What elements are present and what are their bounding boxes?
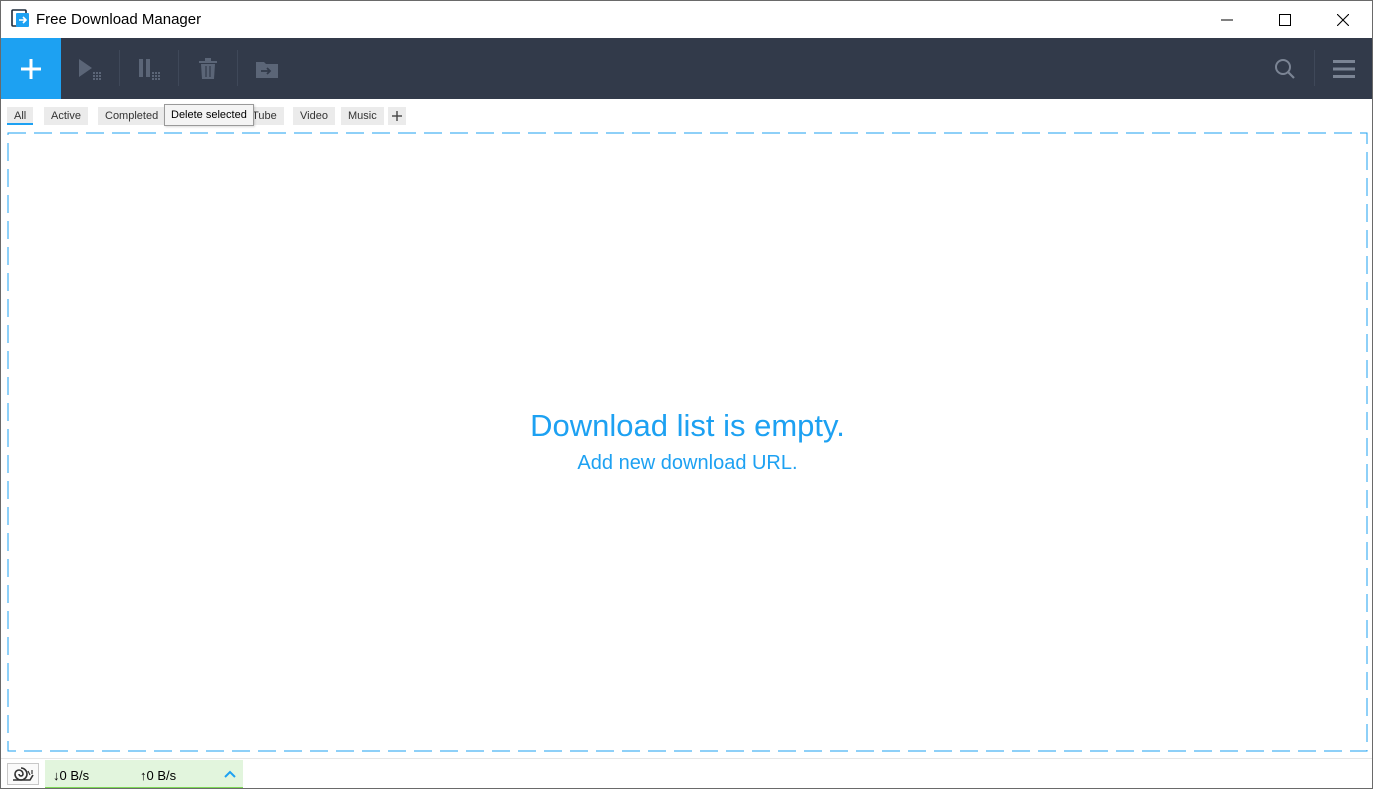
window-title: Free Download Manager xyxy=(36,11,202,28)
tab-music[interactable]: Music xyxy=(341,107,384,125)
plus-icon xyxy=(392,111,402,121)
hamburger-menu-icon xyxy=(1333,59,1355,78)
main-menu-button[interactable] xyxy=(1315,38,1372,99)
pause-icon xyxy=(139,58,160,80)
tooltip: Delete selected xyxy=(164,104,254,126)
maximize-button[interactable] xyxy=(1256,1,1314,38)
trash-icon xyxy=(199,57,217,79)
snail-icon xyxy=(13,767,34,781)
speed-panel[interactable]: ↓0 B/s ↑0 B/s xyxy=(45,760,243,788)
title-bar: Free Download Manager xyxy=(1,1,1372,38)
maximize-icon xyxy=(1279,13,1291,26)
fdm-logo-icon xyxy=(11,9,29,27)
move-files-button[interactable] xyxy=(238,38,296,99)
tab-completed[interactable]: Completed xyxy=(98,107,166,125)
delete-button[interactable] xyxy=(179,38,237,99)
start-button[interactable] xyxy=(61,38,119,99)
add-download-button[interactable] xyxy=(1,38,61,99)
download-list-area[interactable]: Download list is empty. Add new download… xyxy=(7,132,1368,752)
close-button[interactable] xyxy=(1314,1,1372,38)
snail-mode-button[interactable] xyxy=(7,763,39,785)
chevron-up-icon[interactable] xyxy=(223,768,237,780)
tab-all[interactable]: All xyxy=(7,107,34,125)
app-window: Free Download Manager All Active Complet… xyxy=(0,0,1373,789)
upload-speed: ↑0 B/s xyxy=(140,768,177,783)
pause-button[interactable] xyxy=(120,38,178,99)
tab-active[interactable]: Active xyxy=(44,107,88,125)
close-icon xyxy=(1337,13,1349,26)
minimize-icon xyxy=(1221,19,1233,20)
tab-video[interactable]: Video xyxy=(293,107,335,125)
folder-move-icon xyxy=(256,61,278,78)
minimize-button[interactable] xyxy=(1198,1,1256,38)
empty-list-title: Download list is empty. xyxy=(530,408,845,443)
add-tab-button[interactable] xyxy=(388,107,406,125)
search-icon xyxy=(1275,58,1295,79)
play-icon xyxy=(79,58,101,80)
toolbar xyxy=(1,38,1372,99)
add-url-link[interactable]: Add new download URL. xyxy=(7,452,1368,475)
plus-icon xyxy=(21,58,41,79)
download-speed: ↓0 B/s xyxy=(53,768,90,783)
search-button[interactable] xyxy=(1256,38,1314,99)
status-bar: ↓0 B/s ↑0 B/s xyxy=(1,758,1372,788)
